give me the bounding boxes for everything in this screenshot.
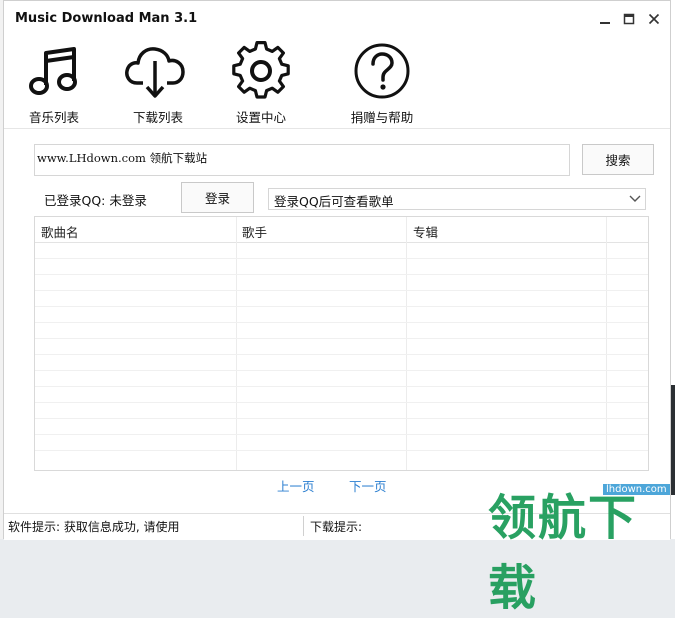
- table-header: 歌曲名 歌手 专辑: [35, 217, 648, 243]
- toolbar-donate-help[interactable]: 捐赠与帮助: [332, 41, 432, 127]
- watermark-url: lhdown.com: [603, 484, 670, 495]
- toolbar-donate-help-label: 捐赠与帮助: [350, 110, 414, 125]
- table-row: [35, 354, 648, 355]
- column-divider: [406, 217, 407, 470]
- table-row: [35, 402, 648, 403]
- software-tip-text: 软件提示: 获取信息成功, 请使用: [8, 520, 180, 534]
- chevron-down-icon: [629, 195, 641, 202]
- toolbar-settings-label: 设置中心: [235, 110, 286, 125]
- prev-page-link[interactable]: 上一页: [277, 476, 315, 495]
- song-table[interactable]: 歌曲名 歌手 专辑: [34, 216, 649, 471]
- minimize-button[interactable]: [594, 9, 616, 29]
- table-row: [35, 322, 648, 323]
- search-input[interactable]: www.LHdown.com 领航下载站: [34, 144, 570, 176]
- app-window: Music Download Man 3.1 音乐列表 下载列表 设置中心 捐赠…: [3, 0, 671, 540]
- minimize-icon: [600, 22, 610, 24]
- table-row: [35, 274, 648, 275]
- question-icon: [354, 43, 410, 99]
- download-tip-text: 下载提示:: [310, 520, 363, 534]
- watermark-logo-text: 领航下载: [488, 490, 639, 616]
- playlist-select-value: 登录QQ后可查看歌单: [274, 194, 394, 209]
- toolbar-music-list-label: 音乐列表: [28, 110, 79, 125]
- toolbar-music-list[interactable]: 音乐列表: [4, 41, 104, 127]
- column-divider: [236, 217, 237, 470]
- search-button[interactable]: 搜索: [582, 144, 654, 175]
- column-header-album[interactable]: 专辑: [407, 217, 607, 242]
- table-row: [35, 370, 648, 371]
- music-note-icon: [29, 47, 77, 95]
- table-row: [35, 338, 648, 339]
- login-button[interactable]: 登录: [181, 182, 254, 213]
- table-row: [35, 306, 648, 307]
- next-page-link[interactable]: 下一页: [349, 476, 387, 495]
- column-header-artist[interactable]: 歌手: [236, 217, 406, 242]
- playlist-select[interactable]: 登录QQ后可查看歌单: [268, 188, 646, 210]
- table-row: [35, 258, 648, 259]
- toolbar-download-list[interactable]: 下载列表: [108, 41, 208, 127]
- toolbar-divider: [4, 128, 670, 129]
- table-row: [35, 418, 648, 419]
- cloud-download-icon: [125, 47, 185, 98]
- toolbar-settings[interactable]: 设置中心: [211, 41, 311, 127]
- table-row: [35, 290, 648, 291]
- window-title: Music Download Man 3.1: [15, 11, 198, 26]
- status-divider: [303, 516, 304, 536]
- toolbar-download-list-label: 下载列表: [132, 110, 183, 125]
- column-header-song[interactable]: 歌曲名: [35, 217, 235, 242]
- table-row: [35, 434, 648, 435]
- close-icon: [648, 13, 660, 25]
- maximize-icon: [623, 13, 635, 25]
- login-status-label: 已登录QQ: 未登录: [44, 193, 147, 208]
- table-row: [35, 450, 648, 451]
- gear-icon: [232, 41, 290, 99]
- column-divider: [606, 217, 607, 470]
- title-bar: Music Download Man 3.1: [4, 1, 670, 37]
- maximize-button[interactable]: [618, 9, 640, 29]
- table-row: [35, 386, 648, 387]
- close-button[interactable]: [643, 9, 665, 29]
